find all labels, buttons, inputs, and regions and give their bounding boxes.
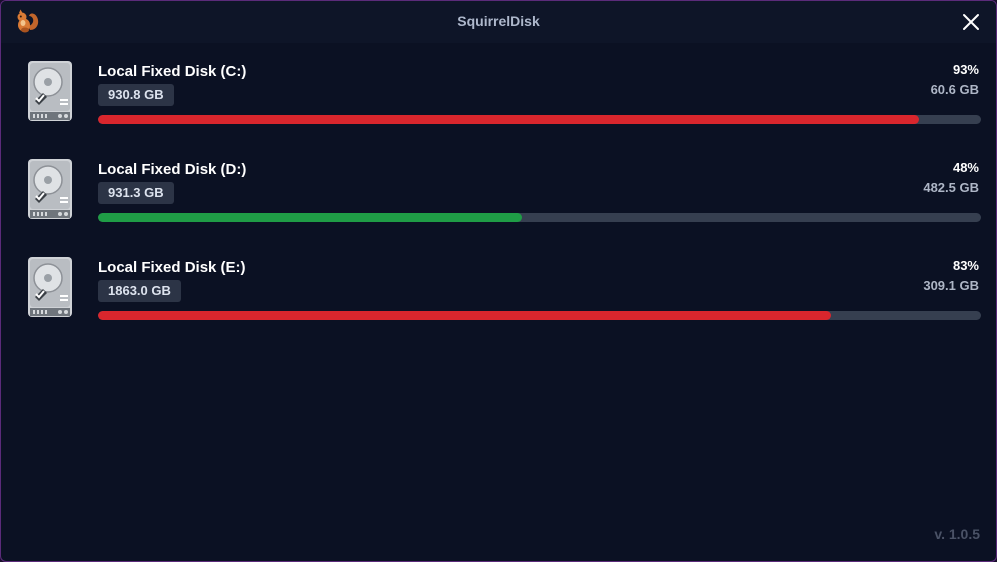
usage-bar-fill xyxy=(98,115,920,124)
disk-row-c[interactable]: Local Fixed Disk (C:) 930.8 GB 93% 60.6 … xyxy=(1,61,996,151)
disk-row-d[interactable]: Local Fixed Disk (D:) 931.3 GB 48% 482.5… xyxy=(1,159,996,249)
close-icon[interactable] xyxy=(960,11,982,33)
disk-name: Local Fixed Disk (D:) xyxy=(98,161,247,178)
disk-name: Local Fixed Disk (C:) xyxy=(98,63,247,80)
usage-bar-fill xyxy=(98,213,522,222)
window-title: SquirrelDisk xyxy=(457,13,540,29)
free-space: 309.1 GB xyxy=(923,278,979,293)
version-label: v. 1.0.5 xyxy=(934,526,980,542)
usage-percent: 48% xyxy=(952,160,979,175)
usage-percent: 93% xyxy=(952,62,979,77)
disk-row-e[interactable]: Local Fixed Disk (E:) 1863.0 GB 83% 309.… xyxy=(1,257,996,347)
usage-bar-track xyxy=(98,115,981,124)
disk-size-badge: 931.3 GB xyxy=(98,182,174,204)
usage-bar-track xyxy=(98,213,981,222)
hard-drive-icon xyxy=(27,61,73,123)
disk-size-badge: 930.8 GB xyxy=(98,84,174,106)
usage-bar-track xyxy=(98,311,981,320)
free-space: 482.5 GB xyxy=(923,180,979,195)
usage-bar-fill xyxy=(98,311,831,320)
usage-percent: 83% xyxy=(952,258,979,273)
disk-name: Local Fixed Disk (E:) xyxy=(98,259,246,276)
hard-drive-icon xyxy=(27,159,73,221)
title-bar[interactable]: SquirrelDisk xyxy=(1,1,996,43)
app-window: SquirrelDisk Local Fixed Disk (C:) 930.8… xyxy=(0,0,997,562)
disk-size-badge: 1863.0 GB xyxy=(98,280,181,302)
hard-drive-icon xyxy=(27,257,73,319)
free-space: 60.6 GB xyxy=(930,82,979,97)
